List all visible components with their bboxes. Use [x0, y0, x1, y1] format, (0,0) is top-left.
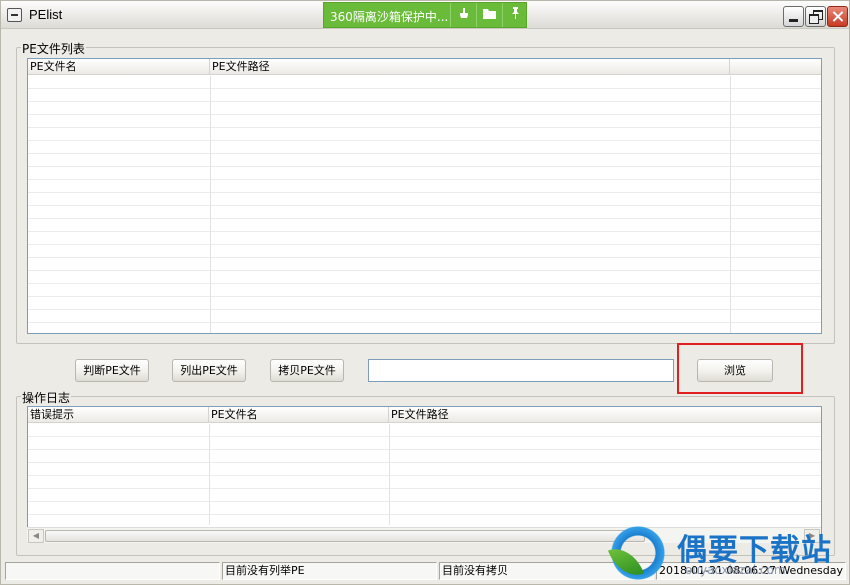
column-divider — [730, 76, 731, 333]
sandbox-banner-text: 360隔离沙箱保护中... — [330, 10, 449, 24]
column-header-log-filename[interactable]: PE文件名 — [209, 407, 389, 423]
pe-list-body[interactable] — [28, 76, 821, 333]
pelist-window: PElist 360隔离沙箱保护中... PE文件列表 PE文件名 PE文件路径 — [0, 0, 850, 585]
column-header-empty[interactable] — [730, 59, 821, 75]
judge-pe-button[interactable]: 判断PE文件 — [75, 359, 149, 382]
column-header-error[interactable]: 错误提示 — [28, 407, 209, 423]
site-watermark: 偶要下载站 ouyaoxiazai.com — [605, 521, 850, 585]
log-group-label: 操作日志 — [21, 389, 72, 406]
scroll-thumb[interactable] — [45, 530, 645, 542]
column-header-log-filepath[interactable]: PE文件路径 — [389, 407, 821, 423]
log-list-rows — [28, 424, 821, 525]
pe-list-header: PE文件名 PE文件路径 — [28, 59, 821, 75]
scroll-left-icon[interactable]: ◀ — [28, 529, 44, 543]
column-divider — [210, 76, 211, 333]
log-list-body[interactable] — [28, 424, 821, 525]
watermark-url: ouyaoxiazai.com — [685, 563, 786, 577]
window-title: PElist — [29, 7, 63, 22]
broom-icon[interactable] — [450, 3, 476, 27]
minimize-button[interactable] — [783, 6, 804, 27]
system-menu-icon[interactable] — [7, 8, 22, 22]
maximize-button[interactable] — [805, 6, 826, 27]
close-button[interactable] — [827, 6, 848, 27]
pe-list-rows — [28, 76, 821, 333]
browse-highlight-box — [677, 343, 803, 394]
status-cell-1 — [5, 562, 220, 580]
pin-icon[interactable] — [502, 3, 528, 27]
title-bar: PElist 360隔离沙箱保护中... — [1, 1, 849, 29]
list-pe-button[interactable]: 列出PE文件 — [172, 359, 246, 382]
pe-list-group-label: PE文件列表 — [21, 40, 86, 57]
pe-list-view[interactable]: PE文件名 PE文件路径 — [27, 58, 822, 334]
path-input[interactable] — [368, 359, 674, 382]
column-divider — [209, 424, 210, 525]
copy-pe-button[interactable]: 拷贝PE文件 — [270, 359, 344, 382]
column-header-pe-filepath[interactable]: PE文件路径 — [210, 59, 730, 75]
column-header-pe-filename[interactable]: PE文件名 — [28, 59, 210, 75]
column-divider — [389, 424, 390, 525]
status-list-pe: 目前没有列举PE — [222, 562, 437, 580]
log-list-header: 错误提示 PE文件名 PE文件路径 — [28, 407, 821, 423]
folder-icon[interactable] — [476, 3, 502, 27]
sandbox-banner: 360隔离沙箱保护中... — [323, 2, 527, 28]
